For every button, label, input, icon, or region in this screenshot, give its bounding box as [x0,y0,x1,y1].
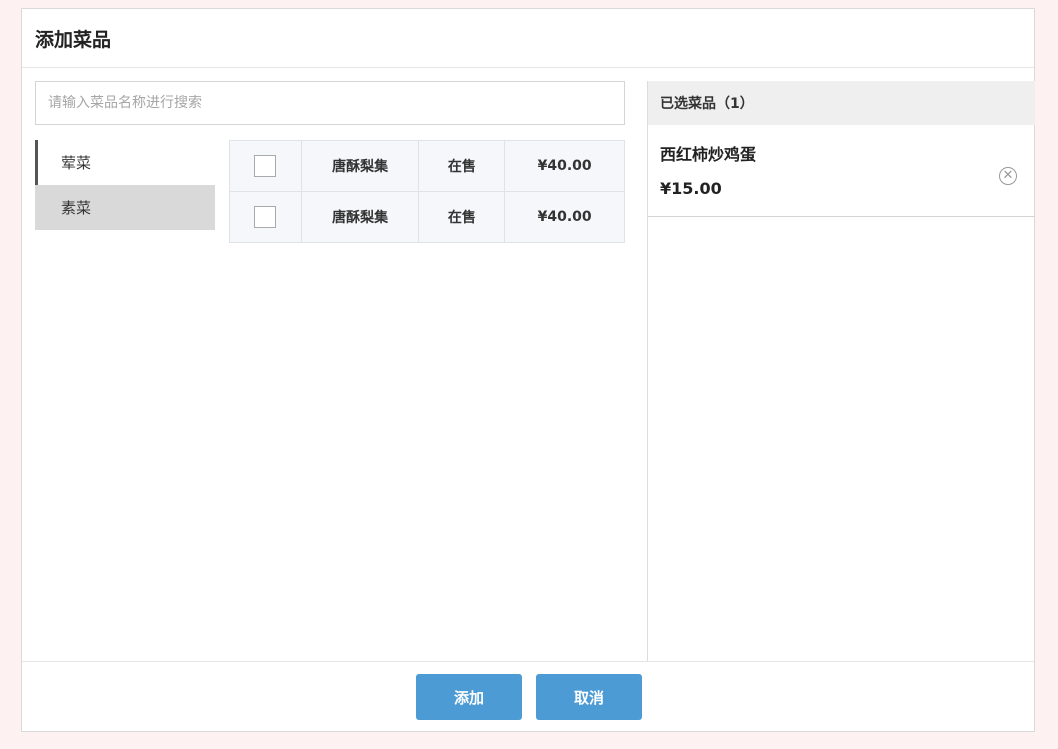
dialog-footer: 添加 取消 [22,661,1034,732]
search-input[interactable] [35,81,625,125]
add-dish-dialog: 添加菜品 荤菜 素菜 唐酥梨集 在售 ¥40.00 唐酥梨集 在售 ¥40.00… [21,8,1035,732]
category-list: 荤菜 素菜 [35,140,215,230]
checkbox-cell [229,140,302,192]
category-label: 素菜 [61,199,92,217]
close-circle-icon[interactable]: ✕ [999,167,1017,185]
category-item-vegetable[interactable]: 素菜 [35,185,215,230]
dish-price: ¥40.00 [504,191,625,243]
cancel-button[interactable]: 取消 [536,674,642,720]
selected-dishes-panel: 已选菜品（1） 西红柿炒鸡蛋 ¥15.00 ✕ [647,81,1035,661]
table-row: 唐酥梨集 在售 ¥40.00 [229,140,625,192]
dish-price: ¥40.00 [504,140,625,192]
dish-name: 唐酥梨集 [300,140,420,192]
table-row: 唐酥梨集 在售 ¥40.00 [229,191,625,243]
dialog-title: 添加菜品 [35,28,112,51]
dish-name: 唐酥梨集 [300,191,420,243]
dish-status: 在售 [418,140,506,192]
selected-dish-name: 西红柿炒鸡蛋 [660,145,757,164]
selected-dishes-header: 已选菜品（1） [648,81,1035,125]
dialog-header: 添加菜品 [22,9,1034,68]
add-button[interactable]: 添加 [416,674,522,720]
dish-checkbox[interactable] [254,206,277,228]
checkbox-cell [229,191,302,243]
dish-checkbox[interactable] [254,155,277,177]
category-label: 荤菜 [61,154,92,172]
dish-table: 唐酥梨集 在售 ¥40.00 唐酥梨集 在售 ¥40.00 [229,140,625,243]
selected-dish-price: ¥15.00 [660,179,722,198]
category-item-meat[interactable]: 荤菜 [35,140,215,185]
selected-dish-item: 西红柿炒鸡蛋 ¥15.00 ✕ [648,125,1035,217]
dish-status: 在售 [418,191,506,243]
